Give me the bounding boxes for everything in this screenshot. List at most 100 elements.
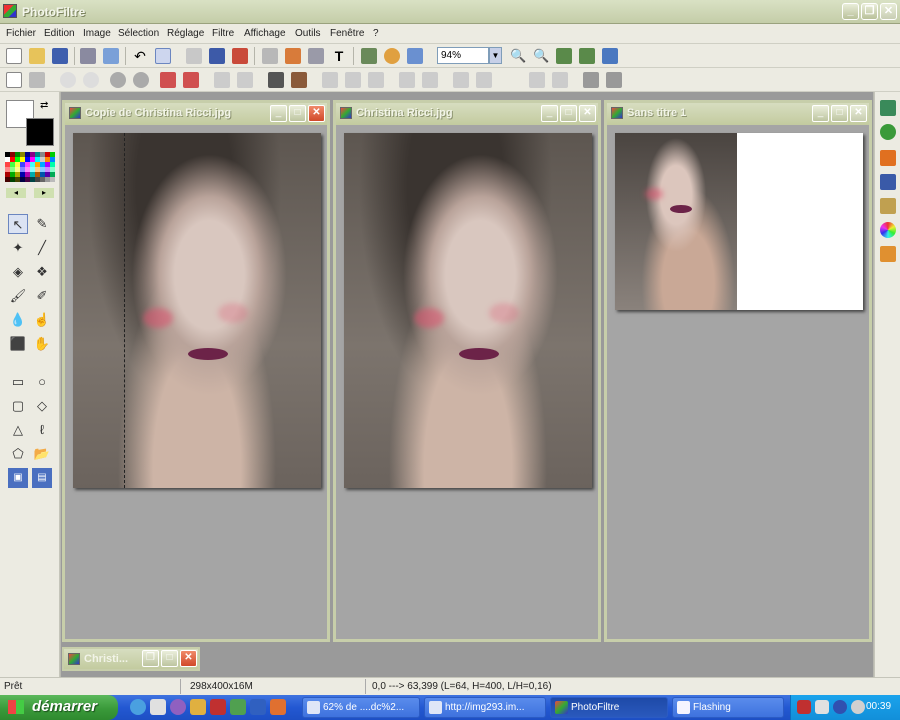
taskbar-item-browser-2[interactable]: http://img293.im... (424, 697, 546, 718)
tray-app-icon[interactable] (797, 700, 811, 714)
document-title-bar[interactable]: Christina Ricci.jpg _ □ ✕ (336, 103, 598, 125)
crop-icon[interactable] (232, 48, 248, 64)
automation-icon[interactable] (361, 48, 377, 64)
hand-tool-icon[interactable]: ✋ (32, 334, 52, 354)
menu-outils[interactable]: Outils (295, 28, 321, 39)
brightness-plus-icon[interactable] (60, 72, 76, 88)
doc-maximize-button[interactable]: □ (161, 650, 178, 667)
blur-tool-icon[interactable]: 💧 (8, 310, 28, 330)
menu-reglage[interactable]: Réglage (167, 28, 204, 39)
screen-icon[interactable] (407, 48, 423, 64)
rotate-right-icon[interactable] (606, 72, 622, 88)
doc-close-button[interactable]: ✕ (579, 105, 596, 122)
manual-selection-icon[interactable]: ▤ (32, 468, 52, 488)
zoom-in-icon[interactable]: 🔍 (510, 48, 526, 64)
image-explorer-icon[interactable] (880, 100, 896, 116)
reinforce-icon[interactable] (399, 72, 415, 88)
flip-horizontal-icon[interactable] (529, 72, 545, 88)
doc-minimize-button[interactable]: _ (270, 105, 287, 122)
fullscreen-icon[interactable] (602, 48, 618, 64)
start-button[interactable]: démarrer (0, 695, 118, 720)
blur-icon[interactable] (322, 72, 338, 88)
doc-close-button[interactable]: ✕ (850, 105, 867, 122)
load-shape-icon[interactable]: 📂 (32, 444, 52, 464)
redo-icon[interactable] (155, 48, 171, 64)
noise-icon[interactable] (422, 72, 438, 88)
paste-icon[interactable] (209, 48, 225, 64)
document-title-bar[interactable]: Copie de Christina Ricci.jpg _ □ ✕ (65, 103, 327, 125)
gamma-minus-icon[interactable] (237, 72, 253, 88)
text-tool-icon[interactable]: T (331, 48, 347, 64)
polygon-shape-icon[interactable]: ⬠ (8, 444, 28, 464)
saturation-minus-icon[interactable] (183, 72, 199, 88)
minimized-document[interactable]: Christi... ❐ □ ✕ (62, 647, 200, 671)
document-window-copie[interactable]: Copie de Christina Ricci.jpg _ □ ✕ (62, 100, 330, 642)
palette-icon[interactable] (384, 48, 400, 64)
document-image[interactable] (73, 133, 321, 488)
sepia-icon[interactable] (291, 72, 307, 88)
zoom-dropdown-arrow[interactable]: ▼ (489, 47, 502, 64)
photomasque-icon[interactable] (880, 246, 896, 262)
antivirus-icon[interactable] (833, 700, 847, 714)
document-image[interactable] (615, 133, 863, 310)
zoom-input[interactable]: 94% (437, 47, 489, 64)
mask-icon[interactable] (29, 72, 45, 88)
doc-maximize-button[interactable]: □ (289, 105, 306, 122)
outline-icon[interactable] (476, 72, 492, 88)
media-quicklaunch-icon[interactable] (170, 699, 186, 715)
menu-image[interactable]: Image (83, 28, 111, 39)
emboss-icon[interactable] (453, 72, 469, 88)
flip-vertical-icon[interactable] (552, 72, 568, 88)
stamp-tool-icon[interactable]: ⬛ (8, 334, 28, 354)
taskbar-item-flashing[interactable]: Flashing (672, 697, 784, 718)
canvas-size-icon[interactable] (285, 48, 301, 64)
app-quicklaunch-icon[interactable] (210, 699, 226, 715)
menu-help[interactable]: ? (373, 28, 379, 39)
line-tool-icon[interactable]: ╱ (32, 238, 52, 258)
doc-restore-button[interactable]: ❐ (142, 650, 159, 667)
scan-icon[interactable] (103, 48, 119, 64)
palette-prev-icon[interactable]: ◂ (6, 188, 26, 198)
brightness-minus-icon[interactable] (83, 72, 99, 88)
menu-filtre[interactable]: Filtre (212, 28, 234, 39)
open-folder-icon[interactable] (29, 48, 45, 64)
doc-close-button[interactable]: ✕ (180, 650, 197, 667)
fit-window-icon[interactable] (556, 48, 572, 64)
ie-quicklaunch-icon[interactable] (130, 699, 146, 715)
sharpen-icon[interactable] (345, 72, 361, 88)
document-image[interactable] (344, 133, 592, 488)
doc-close-button[interactable]: ✕ (308, 105, 325, 122)
grayscale-icon[interactable] (268, 72, 284, 88)
diamond-shape-icon[interactable]: ◇ (32, 396, 52, 416)
doc-minimize-button[interactable]: _ (541, 105, 558, 122)
plugin-icon[interactable] (880, 198, 896, 214)
triangle-shape-icon[interactable]: △ (8, 420, 28, 440)
menu-affichage[interactable]: Affichage (244, 28, 286, 39)
magic-wand-tool-icon[interactable]: ✦ (8, 238, 28, 258)
fill-tool-icon[interactable]: ◈ (8, 262, 28, 282)
restore-button[interactable]: ❐ (861, 3, 878, 20)
menu-selection[interactable]: Sélection (118, 28, 159, 39)
menu-fichier[interactable]: Fichier (6, 28, 36, 39)
document-window-sans-titre[interactable]: Sans titre 1 _ □ ✕ (604, 100, 872, 642)
taskbar-item-photofiltre[interactable]: PhotoFiltre (550, 697, 668, 718)
document-window-original[interactable]: Christina Ricci.jpg _ □ ✕ (333, 100, 601, 642)
color-palette[interactable] (5, 152, 55, 182)
save-web-icon[interactable] (880, 174, 896, 190)
new-layer-icon[interactable] (6, 72, 22, 88)
background-color-swatch[interactable] (26, 118, 54, 146)
minimize-button[interactable]: _ (842, 3, 859, 20)
palette-next-icon[interactable]: ▸ (34, 188, 54, 198)
rounded-rect-shape-icon[interactable]: ▢ (8, 396, 28, 416)
volume-icon[interactable] (851, 700, 865, 714)
copy-icon[interactable] (186, 48, 202, 64)
gradient-icon[interactable] (880, 150, 896, 166)
image-size-icon[interactable] (262, 48, 278, 64)
eyedropper-tool-icon[interactable]: ✎ (32, 214, 52, 234)
rectangle-shape-icon[interactable]: ▭ (8, 372, 28, 392)
color-wheel-icon[interactable] (880, 222, 896, 238)
lasso-shape-icon[interactable]: ℓ (32, 420, 52, 440)
undo-icon[interactable]: ↶ (132, 48, 148, 64)
zoom-out-icon[interactable]: 🔍 (533, 48, 549, 64)
contrast-minus-icon[interactable] (133, 72, 149, 88)
